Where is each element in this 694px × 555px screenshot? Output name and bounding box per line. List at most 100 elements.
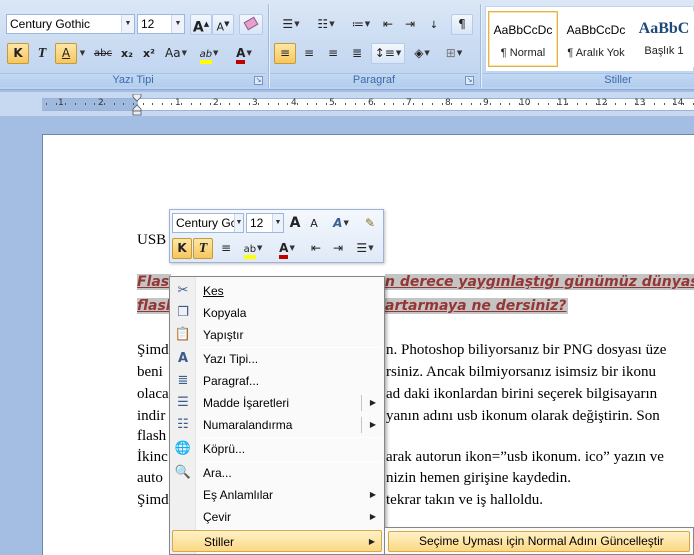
change-case-button[interactable]: Aa▼ xyxy=(162,43,190,64)
ruler-number: 9 xyxy=(483,98,489,108)
ruler-tick xyxy=(104,103,105,105)
mini-increase-indent-button[interactable]: ⇥ xyxy=(328,238,348,259)
chevron-down-icon[interactable]: ▼ xyxy=(234,214,243,232)
submenu-item-update-normal[interactable]: Seçime Uyması için Normal Adını Güncelle… xyxy=(388,531,690,552)
shrink-font-button[interactable]: A▼ xyxy=(212,14,234,35)
shading-button[interactable]: ◈▼ xyxy=(407,43,437,64)
menu-item-synonyms[interactable]: Eş Anlamlılar ▶ xyxy=(172,484,382,506)
menu-item-cut[interactable]: ✂ Kes xyxy=(172,280,382,302)
clear-formatting-button[interactable] xyxy=(239,14,263,35)
borders-button[interactable]: ⊞▼ xyxy=(439,43,469,64)
align-center-button[interactable]: ≡ xyxy=(298,43,320,64)
menu-item-copy[interactable]: ❐ Kopyala xyxy=(172,302,382,324)
increase-indent-button[interactable]: ⇥ xyxy=(400,14,420,35)
font-size-combo[interactable]: 12 ▼ xyxy=(137,14,185,34)
ruler-tick xyxy=(586,103,587,105)
mini-decrease-indent-button[interactable]: ⇤ xyxy=(306,238,326,259)
underline-dropdown[interactable]: ▼ xyxy=(77,43,87,64)
menu-item-numbering[interactable]: ☷ Numaralandırma ▶ xyxy=(172,414,382,436)
menu-item-font[interactable]: A Yazı Tipi... xyxy=(172,348,382,370)
chevron-down-icon[interactable]: ▼ xyxy=(121,15,134,33)
menu-item-paragraph[interactable]: ≣ Paragraf... xyxy=(172,370,382,392)
mini-center-button[interactable]: ≡ xyxy=(216,238,236,259)
italic-button[interactable]: T xyxy=(31,43,53,64)
underline-button[interactable]: A xyxy=(55,43,77,64)
mini-format-painter-button[interactable]: ✎ xyxy=(360,213,380,234)
ruler-tick xyxy=(519,103,520,105)
ruler-number: 8 xyxy=(445,98,451,108)
menu-item-translate[interactable]: Çevir ▶ xyxy=(172,506,382,528)
ruler-tick xyxy=(664,103,665,105)
line-spacing-button[interactable]: ↕≡▼ xyxy=(371,43,405,64)
paste-icon: 📋 xyxy=(174,327,192,342)
show-formatting-button[interactable]: ¶ xyxy=(451,14,473,35)
justify-button[interactable]: ≣ xyxy=(346,43,368,64)
mini-font-color-button[interactable]: A▼ xyxy=(272,238,302,259)
mini-toolbar: Century Gc ▼ 12 ▼ A A A▼ ✎ K T ≡ ab▼ A▼ … xyxy=(169,209,384,263)
style-no-spacing[interactable]: AaBbCcDc ¶ Aralık Yok xyxy=(561,11,631,67)
mini-bullets-button[interactable]: ☰▼ xyxy=(350,238,380,259)
font-color-button[interactable]: A▼ xyxy=(228,43,260,64)
menu-item-styles[interactable]: Stiller ▶ xyxy=(172,530,382,552)
document-line-left: beni xyxy=(137,364,163,380)
mini-styles-button[interactable]: A▼ xyxy=(328,213,354,234)
horizontal-ruler[interactable]: 1 2 1 2 3 4 5 6 7 8 9 10 11 12 13 14 xyxy=(0,92,694,116)
justify-icon: ≣ xyxy=(351,46,363,60)
mini-font-size-combo[interactable]: 12 ▼ xyxy=(246,213,284,233)
font-icon: A xyxy=(177,351,189,366)
numbering-button[interactable]: ☷▼ xyxy=(309,14,343,35)
menu-item-paste[interactable]: 📋 Yapıştır xyxy=(172,324,382,346)
submenu-divider xyxy=(361,417,362,433)
menu-item-hyperlink[interactable]: 🌐 Köprü... xyxy=(172,438,382,460)
align-right-button[interactable]: ≡ xyxy=(322,43,344,64)
mini-italic-button[interactable]: T xyxy=(193,238,213,259)
bold-button[interactable]: K xyxy=(7,43,29,64)
sort-button[interactable]: ↓ xyxy=(423,14,445,35)
mini-grow-font-button[interactable]: A xyxy=(286,213,304,234)
ruler-tick xyxy=(171,103,172,105)
borders-icon: ⊞ xyxy=(445,46,456,60)
ruler-tick xyxy=(65,103,66,105)
strikethrough-button[interactable]: abc xyxy=(90,43,116,64)
multilevel-list-button[interactable]: ≔▼ xyxy=(344,14,378,35)
indent-marker-icon[interactable] xyxy=(132,94,142,116)
style-normal[interactable]: AaBbCcDc ¶ Normal xyxy=(488,11,558,67)
document-line-left: olaca xyxy=(137,386,169,402)
ruler-tick xyxy=(56,103,57,105)
ruler-tick xyxy=(461,103,462,105)
font-name-combo[interactable]: Century Gothic ▼ xyxy=(6,14,135,34)
mini-bold-button[interactable]: K xyxy=(172,238,192,259)
style-heading-1[interactable]: AaBbC Başlık 1 xyxy=(634,11,694,67)
submenu-arrow-icon: ▶ xyxy=(369,512,376,521)
subscript-button[interactable]: x₂ xyxy=(116,43,138,64)
submenu-arrow-icon: ▶ xyxy=(369,490,376,499)
ruler-tick xyxy=(654,103,655,105)
document-line-left: Şimd xyxy=(137,342,169,358)
highlight-button[interactable]: ab▼ xyxy=(194,43,224,64)
bullets-button[interactable]: ☰▼ xyxy=(274,14,308,35)
mini-highlight-button[interactable]: ab▼ xyxy=(238,238,268,259)
context-menu: ✂ Kes ❐ Kopyala 📋 Yapıştır A Yazı Tipi..… xyxy=(169,276,385,555)
ruler-tick xyxy=(673,103,674,105)
group-label-font: Yazı Tipi xyxy=(0,73,266,87)
grow-font-button[interactable]: A▲ xyxy=(190,14,212,36)
sort-icon: ↓ xyxy=(429,20,439,31)
paragraph-dialog-launcher-icon[interactable]: ↘ xyxy=(465,76,474,85)
ruler-tick xyxy=(181,103,182,105)
menu-item-lookup[interactable]: 🔍 Ara... xyxy=(172,462,382,484)
ruler-tick xyxy=(162,103,163,105)
mini-shrink-font-button[interactable]: A xyxy=(306,213,322,234)
mini-font-size-value: 12 xyxy=(250,216,264,230)
menu-item-bullets[interactable]: ☰ Madde İşaretleri ▶ xyxy=(172,392,382,414)
superscript-button[interactable]: x² xyxy=(138,43,160,64)
decrease-indent-button[interactable]: ⇤ xyxy=(378,14,398,35)
chevron-down-icon[interactable]: ▼ xyxy=(171,15,184,33)
chevron-down-icon: ▼ xyxy=(395,49,402,57)
font-dialog-launcher-icon[interactable]: ↘ xyxy=(254,76,263,85)
mini-font-name-combo[interactable]: Century Gc ▼ xyxy=(172,213,244,233)
ruler-tick xyxy=(345,103,346,105)
document-line-right: ad daki ikonlardan birini seçerek bilgis… xyxy=(386,386,658,402)
align-left-button[interactable]: ≡ xyxy=(274,43,296,64)
bullets-icon: ☰ xyxy=(356,241,368,255)
chevron-down-icon[interactable]: ▼ xyxy=(272,214,283,232)
